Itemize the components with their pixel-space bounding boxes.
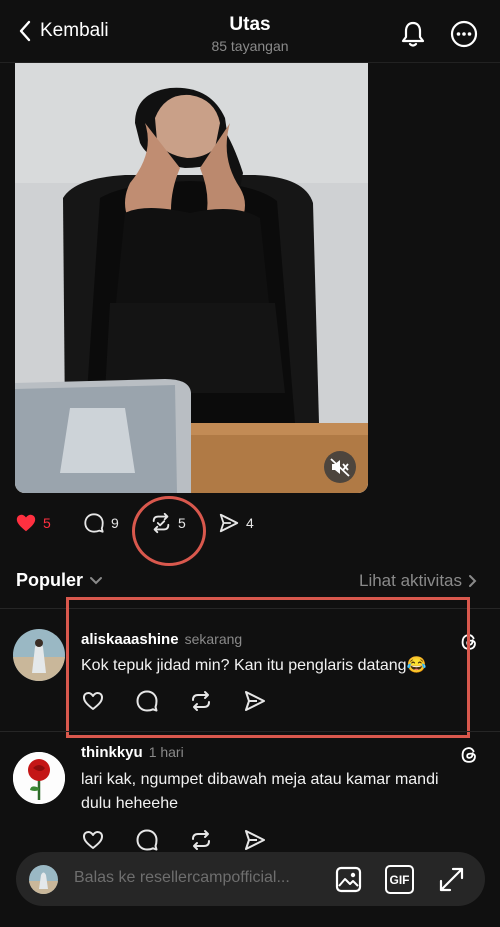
- comment-icon[interactable]: [135, 828, 159, 852]
- like-count: 5: [43, 515, 51, 531]
- share-button[interactable]: 4: [218, 512, 254, 534]
- chevron-right-icon: [469, 575, 477, 587]
- comment-item[interactable]: thinkkyu 1 hari lari kak, ngumpet dibawah…: [0, 732, 500, 862]
- avatar-image: [29, 865, 58, 894]
- heart-filled-icon: [16, 514, 36, 532]
- comment-button[interactable]: 9: [83, 512, 119, 534]
- comment-text: lari kak, ngumpet dibawah meja atau kama…: [81, 771, 439, 812]
- view-activity-link[interactable]: Lihat aktivitas: [359, 571, 478, 591]
- bell-icon[interactable]: [399, 20, 427, 48]
- send-icon[interactable]: [243, 828, 267, 852]
- my-avatar: [29, 865, 58, 894]
- sort-label: Populer: [16, 570, 84, 590]
- repost-icon[interactable]: [189, 828, 213, 852]
- image-icon[interactable]: [334, 865, 363, 894]
- comment-username[interactable]: thinkkyu 1 hari: [81, 744, 184, 761]
- gif-label: GIF: [389, 872, 410, 887]
- comment-time: 1 hari: [148, 744, 184, 760]
- avatar-image: [13, 629, 65, 681]
- rose-avatar-image: [13, 752, 65, 804]
- reply-bar: GIF: [16, 852, 485, 906]
- more-options-icon[interactable]: [450, 20, 478, 48]
- post-actions: 5 9 5 4: [0, 512, 500, 536]
- mute-button[interactable]: [324, 451, 356, 483]
- activity-label: Lihat aktivitas: [359, 571, 462, 590]
- share-count: 4: [246, 515, 254, 531]
- top-bar: Kembali Utas 85 tayangan: [0, 0, 500, 63]
- chevron-down-icon: [90, 576, 103, 584]
- comment-actions: [81, 828, 267, 852]
- bottom-safe-area: [0, 906, 500, 927]
- annotation-circle: [132, 496, 206, 566]
- video-frame-image: [15, 63, 368, 493]
- comment-icon: [84, 513, 104, 533]
- post-video[interactable]: [15, 63, 368, 493]
- comment-count: 9: [111, 515, 119, 531]
- speaker-muted-icon: [330, 458, 350, 477]
- heart-icon[interactable]: [81, 828, 105, 852]
- gif-button[interactable]: GIF: [385, 865, 414, 894]
- annotation-box: [66, 597, 470, 738]
- expand-icon[interactable]: [437, 865, 466, 894]
- reply-input[interactable]: [72, 868, 316, 888]
- like-button[interactable]: 5: [15, 512, 51, 534]
- avatar[interactable]: [13, 752, 65, 804]
- threads-logo-icon: [461, 747, 476, 763]
- thread-content: 5 9 5 4 Populer Lihat aktivitas aliskaaa…: [0, 63, 500, 927]
- send-icon: [219, 513, 239, 533]
- avatar[interactable]: [13, 629, 65, 681]
- sort-dropdown[interactable]: Populer: [16, 570, 103, 591]
